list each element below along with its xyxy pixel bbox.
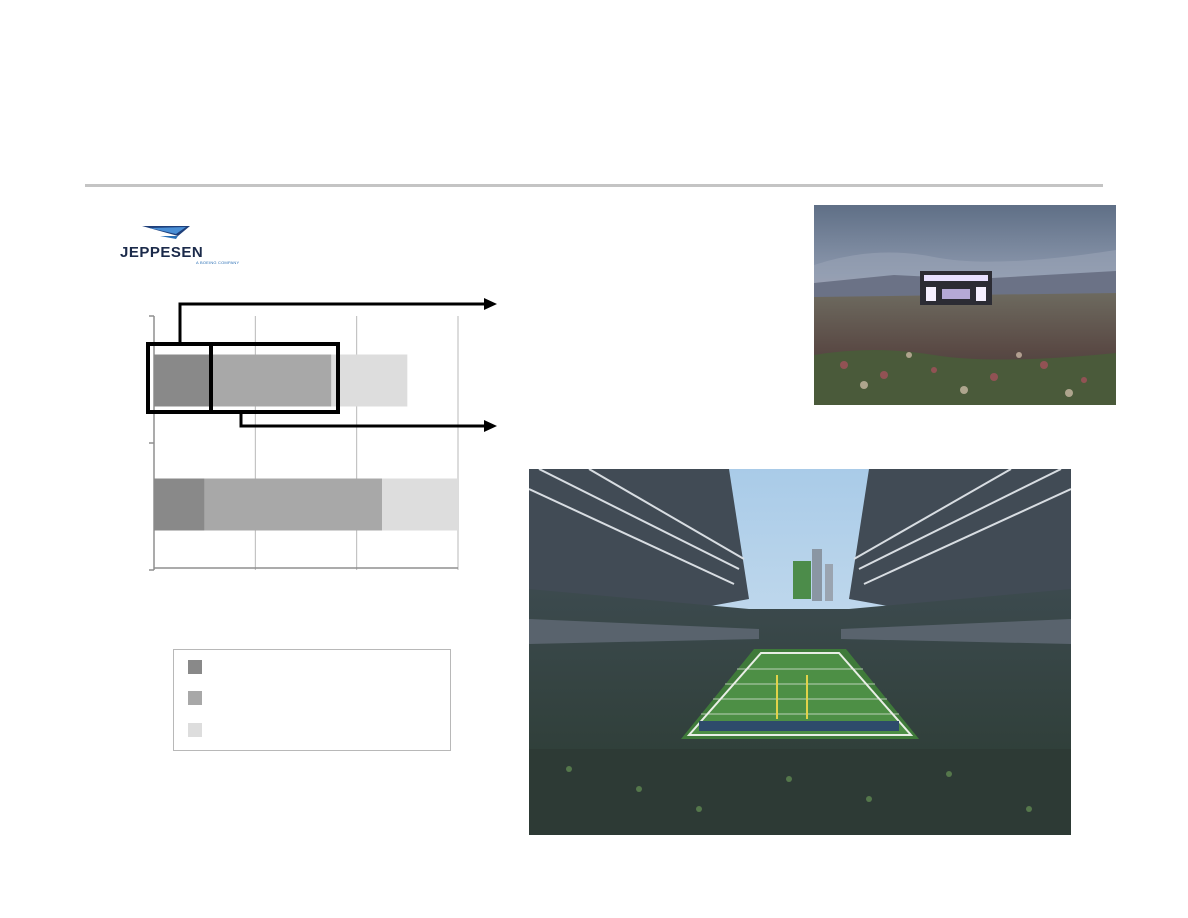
concert-photo xyxy=(814,205,1116,405)
bar-segment-2-3 xyxy=(382,478,458,531)
callout-arrow-lower xyxy=(239,412,486,428)
legend-swatch-2 xyxy=(188,691,202,705)
callout-arrowhead-upper xyxy=(484,298,497,310)
bar-segment-1-1 xyxy=(154,354,210,407)
stadium-photo xyxy=(529,469,1071,835)
legend-swatch-1 xyxy=(188,660,202,674)
callout-arrowhead-lower xyxy=(484,420,497,432)
bar-segment-2-2 xyxy=(204,478,382,531)
bar-segment-2-1 xyxy=(154,478,205,531)
bar-segment-1-2 xyxy=(209,354,332,407)
legend-swatch-3 xyxy=(188,723,202,737)
callout-arrow-upper xyxy=(178,302,486,344)
bar-segment-1-3 xyxy=(331,354,408,407)
chart-legend xyxy=(173,649,451,751)
